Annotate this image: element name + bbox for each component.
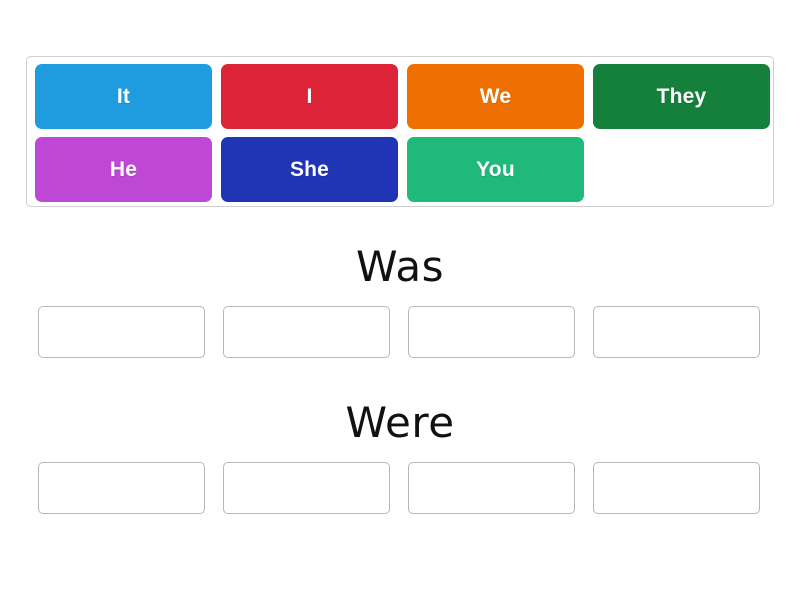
dropzone-was-2[interactable] (223, 306, 390, 358)
tile-i[interactable]: I (221, 64, 398, 129)
category-was: Was (0, 246, 800, 358)
tile-he[interactable]: He (35, 137, 212, 202)
tile-row-1: It I We They (35, 64, 770, 129)
tile-we[interactable]: We (407, 64, 584, 129)
tile-label: It (116, 84, 131, 108)
tile-it[interactable]: It (35, 64, 212, 129)
dropzone-were-3[interactable] (408, 462, 575, 514)
tile-label: You (476, 157, 515, 181)
tile-they[interactable]: They (593, 64, 770, 129)
category-title-was: Was (356, 242, 444, 291)
tile-slot-empty (593, 137, 770, 202)
tile-tray: It I We They He She You (26, 56, 774, 207)
dropzone-was-3[interactable] (408, 306, 575, 358)
dropzone-were-1[interactable] (38, 462, 205, 514)
tile-label: She (289, 157, 330, 181)
category-title-were: Were (345, 398, 455, 447)
tile-label: I (306, 84, 313, 108)
dropzone-row-was (0, 306, 800, 358)
tile-label: They (656, 84, 707, 108)
category-were: Were (0, 402, 800, 514)
dropzone-was-1[interactable] (38, 306, 205, 358)
dropzone-was-4[interactable] (593, 306, 760, 358)
dropzone-were-4[interactable] (593, 462, 760, 514)
dropzone-row-were (0, 462, 800, 514)
tile-she[interactable]: She (221, 137, 398, 202)
tile-you[interactable]: You (407, 137, 584, 202)
tile-label: He (109, 157, 138, 181)
dropzone-were-2[interactable] (223, 462, 390, 514)
tile-row-2: He She You (35, 137, 765, 202)
tile-label: We (479, 84, 512, 108)
